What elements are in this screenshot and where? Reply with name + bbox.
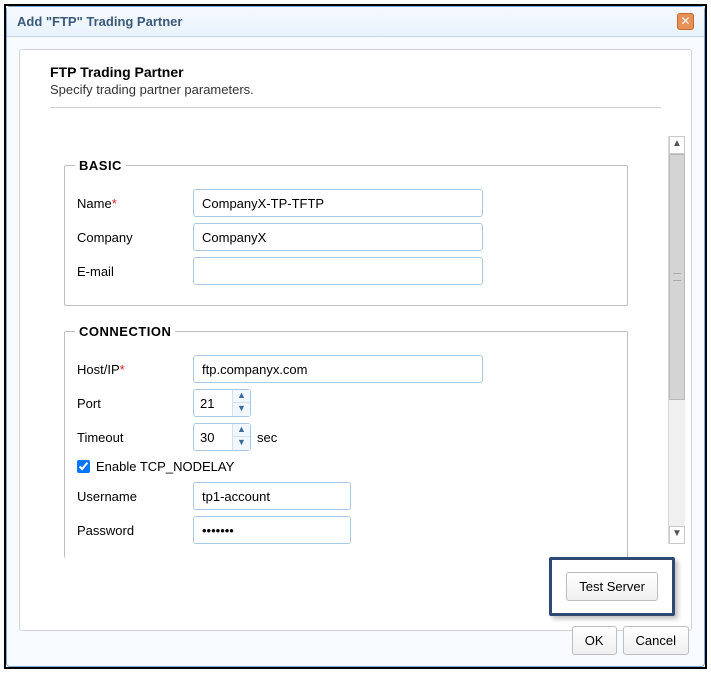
company-label: Company [75,230,193,245]
company-input[interactable] [193,223,483,251]
nodelay-checkbox[interactable] [77,460,90,473]
required-marker: * [112,196,117,211]
vertical-scrollbar[interactable]: ▲ ▼ [668,136,685,544]
heading-subtitle: Specify trading partner parameters. [50,82,661,97]
group-connection: CONNECTION Host/IP* Port [64,324,628,558]
host-label: Host/IP* [75,362,193,377]
close-icon[interactable]: ✕ [677,13,694,30]
dialog-window: Add "FTP" Trading Partner ✕ FTP Trading … [6,6,705,667]
name-input[interactable] [193,189,483,217]
port-input[interactable] [194,391,232,415]
username-label: Username [75,489,193,504]
scroll-area: BASIC Name* Company E-mail [20,130,691,550]
timeout-stepper[interactable]: ▲ ▼ [193,423,251,451]
nodelay-label: Enable TCP_NODELAY [96,459,234,474]
username-input[interactable] [193,482,351,510]
ok-button[interactable]: OK [572,626,617,655]
email-input[interactable] [193,257,483,285]
cancel-button[interactable]: Cancel [623,626,689,655]
group-basic: BASIC Name* Company E-mail [64,158,628,306]
timeout-label: Timeout [75,430,193,445]
required-marker: * [120,362,125,377]
port-label: Port [75,396,193,411]
host-input[interactable] [193,355,483,383]
email-label: E-mail [75,264,193,279]
dialog-body: FTP Trading Partner Specify trading part… [19,49,692,631]
test-server-highlight: Test Server [549,557,675,616]
timeout-input[interactable] [194,425,232,449]
section-heading: FTP Trading Partner Specify trading part… [20,50,691,101]
heading-title: FTP Trading Partner [50,64,661,80]
group-basic-legend: BASIC [75,158,126,173]
timeout-unit: sec [257,430,277,445]
dialog-title: Add "FTP" Trading Partner [17,14,182,29]
port-stepper[interactable]: ▲ ▼ [193,389,251,417]
dialog-footer: OK Cancel [572,626,689,655]
port-step-up-icon[interactable]: ▲ [233,390,250,403]
scroll-down-icon[interactable]: ▼ [669,526,685,544]
scroll-thumb[interactable] [669,154,685,400]
group-connection-legend: CONNECTION [75,324,175,339]
password-label: Password [75,523,193,538]
heading-divider [50,107,661,108]
test-server-button[interactable]: Test Server [566,572,658,601]
scroll-track[interactable] [669,154,685,526]
password-input[interactable] [193,516,351,544]
dialog-header: Add "FTP" Trading Partner ✕ [7,7,704,37]
name-label: Name* [75,196,193,211]
timeout-step-down-icon[interactable]: ▼ [233,437,250,450]
port-step-down-icon[interactable]: ▼ [233,403,250,416]
scroll-up-icon[interactable]: ▲ [669,136,685,154]
timeout-step-up-icon[interactable]: ▲ [233,424,250,437]
